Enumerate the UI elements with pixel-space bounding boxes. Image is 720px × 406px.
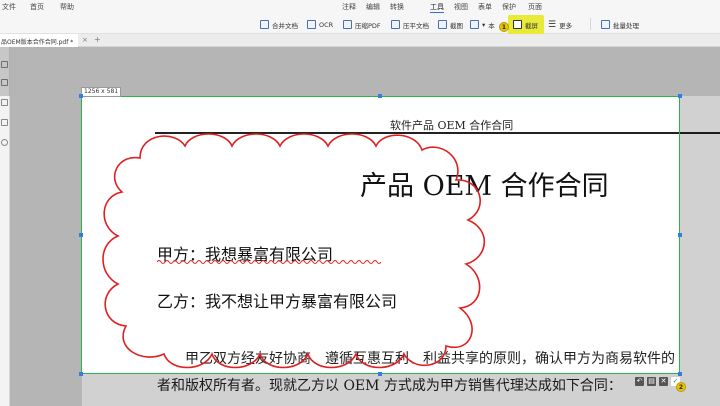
merge-docs-button[interactable]: 合并文档 (260, 18, 298, 31)
batch-icon (601, 20, 610, 29)
ocr-label: OCR (319, 20, 334, 29)
capture-dropdown-button[interactable]: ▾ 本 (470, 18, 495, 31)
capture-dim-left (10, 96, 81, 406)
ribbon-divider (590, 18, 591, 30)
add-tab-icon[interactable]: + (94, 35, 101, 44)
merge-icon (260, 20, 269, 29)
menu-bar: 文件 首页 帮助 注释 编辑 转换 工具 视图 表单 保护 页面 (0, 0, 720, 14)
capture-selection[interactable] (81, 96, 680, 374)
capture-dim-bottom (81, 374, 720, 406)
tab-tools[interactable]: 工具 (430, 2, 444, 13)
selection-size-label: 1256 x 581 (81, 87, 122, 97)
menu-home[interactable]: 首页 (30, 2, 44, 12)
left-sidebar (0, 47, 10, 406)
compress-icon (343, 20, 352, 29)
menu-file[interactable]: 文件 (2, 2, 16, 12)
chevron-down-icon: ▾ (482, 20, 486, 29)
menu-lines-icon: ☰ (548, 19, 557, 30)
flatten-label: 压平文档 (403, 21, 429, 30)
tab-convert[interactable]: 转换 (390, 2, 404, 12)
tab-form[interactable]: 表单 (478, 2, 492, 12)
tab-annotate[interactable]: 注释 (342, 2, 356, 12)
crop-label: 截图 (450, 21, 463, 30)
document-tab[interactable]: 品OEM版本合作合同.pdf * (0, 34, 78, 47)
resize-handle[interactable] (79, 233, 83, 237)
tab-protect[interactable]: 保护 (502, 2, 516, 12)
save-icon[interactable]: ▤ (647, 376, 656, 386)
resize-handle[interactable] (378, 372, 382, 376)
tab-edit[interactable]: 编辑 (366, 2, 380, 12)
capture-dim-right (680, 96, 720, 374)
compress-pdf-button[interactable]: 压缩PDF (343, 18, 381, 31)
step-badge-2: 2 (676, 382, 686, 392)
comment-icon[interactable] (1, 99, 8, 106)
resize-handle[interactable] (678, 94, 682, 98)
step-badge-1: 1 (499, 22, 509, 32)
tab-page[interactable]: 页面 (528, 2, 542, 12)
batch-label: 批量处理 (613, 21, 639, 30)
document-tab-bar: 品OEM版本合作合同.pdf * × + (0, 34, 720, 47)
compress-label: 压缩PDF (355, 21, 381, 30)
more-button[interactable]: ☰ 更多 (548, 18, 572, 31)
flatten-icon (391, 20, 400, 29)
screenshot-button[interactable]: 截屏 (513, 18, 538, 31)
crop-button[interactable]: 截图 (438, 18, 463, 31)
close-icon[interactable]: × (82, 36, 88, 44)
batch-process-button[interactable]: 批量处理 (601, 18, 639, 31)
more-label: 更多 (559, 21, 573, 30)
search-icon[interactable] (1, 139, 8, 146)
screenshot-label: 截屏 (525, 21, 538, 30)
resize-handle[interactable] (79, 372, 83, 376)
flatten-doc-button[interactable]: 压平文档 (391, 18, 429, 31)
merge-label: 合并文档 (272, 21, 298, 30)
resize-handle[interactable] (79, 94, 83, 98)
tab-view[interactable]: 视图 (454, 2, 468, 12)
resize-handle[interactable] (378, 94, 382, 98)
undo-icon[interactable]: ↶ (635, 376, 644, 386)
resize-handle[interactable] (678, 233, 682, 237)
menu-help[interactable]: 帮助 (60, 2, 74, 12)
crop-icon (438, 20, 447, 29)
ocr-icon (307, 20, 316, 29)
pen-icon[interactable] (1, 119, 8, 126)
capture-label: 本 (488, 21, 495, 30)
cancel-icon[interactable]: ✕ (659, 376, 668, 386)
ocr-button[interactable]: OCR (307, 18, 333, 31)
screenshot-icon (513, 20, 522, 29)
capture-icon (470, 20, 479, 29)
